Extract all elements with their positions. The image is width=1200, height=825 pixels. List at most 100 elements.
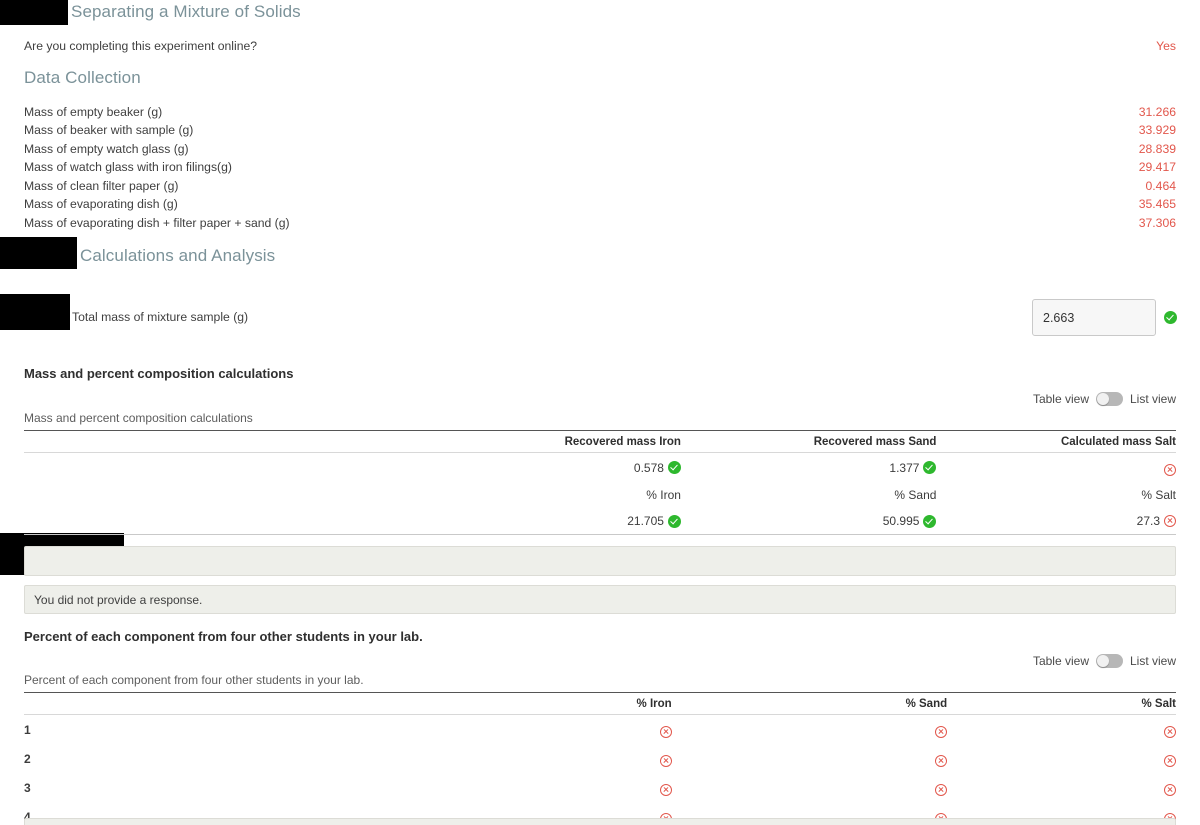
row-index-cell: 1	[24, 722, 31, 737]
composition-table: Recovered mass Iron Recovered mass Sand …	[24, 430, 1176, 535]
cell-value: 21.705	[627, 514, 664, 528]
list-view-label: List view	[1129, 392, 1176, 406]
redaction-box-title	[0, 0, 68, 25]
table-row: 2	[24, 744, 1176, 773]
data-row-label: Mass of empty watch glass (g)	[24, 142, 189, 156]
data-row-empty-watch-glass: Mass of empty watch glass (g) 28.839	[24, 140, 1176, 158]
cell-percent-salt[interactable]	[947, 773, 1176, 802]
cell-percent-sand[interactable]	[672, 773, 948, 802]
data-row-value: 29.417	[1138, 160, 1176, 174]
composition-table-caption: Mass and percent composition calculation…	[24, 411, 253, 425]
page-title: Separating a Mixture of Solids	[71, 2, 301, 21]
data-row-value: 0.464	[1145, 179, 1177, 193]
online-question-label: Are you completing this experiment onlin…	[24, 39, 258, 53]
data-row-label: Mass of evaporating dish + filter paper …	[24, 216, 290, 230]
table-row: 21.705 50.995 27.3	[24, 508, 1176, 535]
table-view-label: Table view	[1032, 654, 1089, 668]
view-toggle-switch[interactable]	[1095, 392, 1123, 406]
column-header-percent-sand: % Sand	[671, 692, 948, 715]
cell-percent-sand[interactable]	[672, 715, 948, 745]
error-circle-icon	[659, 755, 672, 767]
composition-table-block: Mass and percent composition calculation…	[24, 411, 1176, 535]
check-circle-icon	[923, 514, 937, 528]
table-header-row: Recovered mass Iron Recovered mass Sand …	[24, 430, 1176, 453]
peers-table: % Iron % Sand % Salt 1 2 3 4	[24, 692, 1176, 825]
error-circle-icon	[1164, 464, 1176, 476]
data-row-label: Mass of clean filter paper (g)	[24, 179, 179, 193]
cell-percent-iron[interactable]: 21.705	[438, 508, 681, 535]
error-circle-icon	[1164, 784, 1176, 796]
peers-heading: Percent of each component from four othe…	[24, 629, 423, 644]
response-box-no-response[interactable]: You did not provide a response.	[24, 585, 1176, 614]
table-header-row: % Iron % Sand % Salt	[24, 692, 1176, 715]
cell-value: 0.578	[633, 460, 664, 475]
error-circle-icon	[1164, 515, 1176, 527]
data-row-value: 33.929	[1138, 123, 1176, 137]
cell-percent-salt[interactable]: 27.3	[936, 508, 1176, 535]
table-view-label: Table view	[1032, 392, 1089, 406]
response-box-text: You did not provide a response.	[34, 592, 203, 607]
row-index-cell: 2	[24, 751, 31, 766]
online-question-value: Yes	[1156, 39, 1176, 53]
cell-percent-sand[interactable]	[672, 744, 948, 773]
response-box-empty[interactable]	[24, 546, 1176, 576]
error-circle-icon	[1164, 755, 1176, 767]
section-heading-data-collection: Data Collection	[24, 68, 141, 87]
total-mass-input[interactable]	[1032, 299, 1156, 336]
table-row: 1	[24, 715, 1176, 745]
composition-heading: Mass and percent composition calculation…	[24, 366, 294, 381]
cell-percent-salt-label: % Salt	[1141, 488, 1176, 502]
data-row-value: 31.266	[1138, 105, 1176, 119]
redaction-box-total-mass	[0, 294, 70, 330]
list-view-label: List view	[1129, 654, 1176, 668]
data-row-clean-filter-paper: Mass of clean filter paper (g) 0.464	[24, 177, 1176, 195]
cell-recovered-mass-sand[interactable]: 1.377	[681, 453, 937, 483]
column-header-recovered-mass-iron: Recovered mass Iron	[438, 430, 681, 453]
data-row-label: Mass of beaker with sample (g)	[24, 123, 194, 137]
data-row-label: Mass of watch glass with iron filings(g)	[24, 160, 232, 174]
column-header-percent-iron: % Iron	[438, 692, 672, 715]
check-circle-icon	[667, 461, 681, 474]
cell-percent-sand-label: % Sand	[894, 488, 937, 502]
data-row-value: 28.839	[1138, 142, 1176, 156]
data-row-beaker-with-sample: Mass of beaker with sample (g) 33.929	[24, 121, 1176, 139]
column-header-blank	[24, 692, 439, 715]
cell-percent-iron[interactable]	[439, 715, 672, 745]
data-row-watch-glass-iron-filings: Mass of watch glass with iron filings(g)…	[24, 158, 1176, 176]
check-circle-icon	[1164, 311, 1177, 324]
column-header-blank	[24, 430, 439, 453]
data-row-evaporating-dish-filter-sand: Mass of evaporating dish + filter paper …	[24, 214, 1176, 232]
data-row-label: Mass of evaporating dish (g)	[24, 197, 178, 211]
peers-view-toggle[interactable]: Table view List view	[1033, 654, 1176, 668]
response-box-bottom[interactable]	[24, 818, 1176, 825]
cell-percent-iron[interactable]	[439, 744, 672, 773]
cell-percent-sand[interactable]: 50.995	[680, 508, 937, 535]
cell-percent-salt[interactable]	[947, 715, 1176, 745]
view-toggle-switch[interactable]	[1095, 654, 1123, 668]
cell-value: 1.377	[889, 460, 920, 475]
check-circle-icon	[667, 514, 681, 528]
table-row: % Iron % Sand % Salt	[24, 482, 1176, 508]
check-circle-icon	[923, 461, 937, 474]
column-header-calculated-mass-salt: Calculated mass Salt	[936, 430, 1176, 453]
table-row: 0.578 1.377	[24, 453, 1176, 483]
section-heading-calculations: Calculations and Analysis	[80, 246, 276, 265]
column-header-recovered-mass-sand: Recovered mass Sand	[680, 430, 937, 453]
data-row-evaporating-dish: Mass of evaporating dish (g) 35.465	[24, 195, 1176, 213]
data-row-empty-beaker: Mass of empty beaker (g) 31.266	[24, 103, 1176, 121]
cell-calculated-mass-salt[interactable]	[936, 453, 1176, 483]
row-index-cell	[24, 482, 439, 508]
data-row-label: Mass of empty beaker (g)	[24, 105, 163, 119]
total-mass-field-group	[1032, 299, 1177, 336]
redaction-box-calculations	[0, 237, 77, 269]
cell-value: 27.3	[1136, 514, 1160, 528]
cell-percent-salt[interactable]	[947, 744, 1176, 773]
worksheet-page: Separating a Mixture of Solids Are you c…	[0, 0, 1200, 825]
cell-recovered-mass-iron[interactable]: 0.578	[439, 453, 681, 483]
composition-view-toggle[interactable]: Table view List view	[1033, 392, 1176, 406]
row-index-cell	[24, 508, 439, 535]
error-circle-icon	[935, 726, 948, 738]
data-row-value: 35.465	[1138, 197, 1176, 211]
cell-percent-iron[interactable]	[439, 773, 672, 802]
cell-value: 50.995	[882, 514, 920, 528]
